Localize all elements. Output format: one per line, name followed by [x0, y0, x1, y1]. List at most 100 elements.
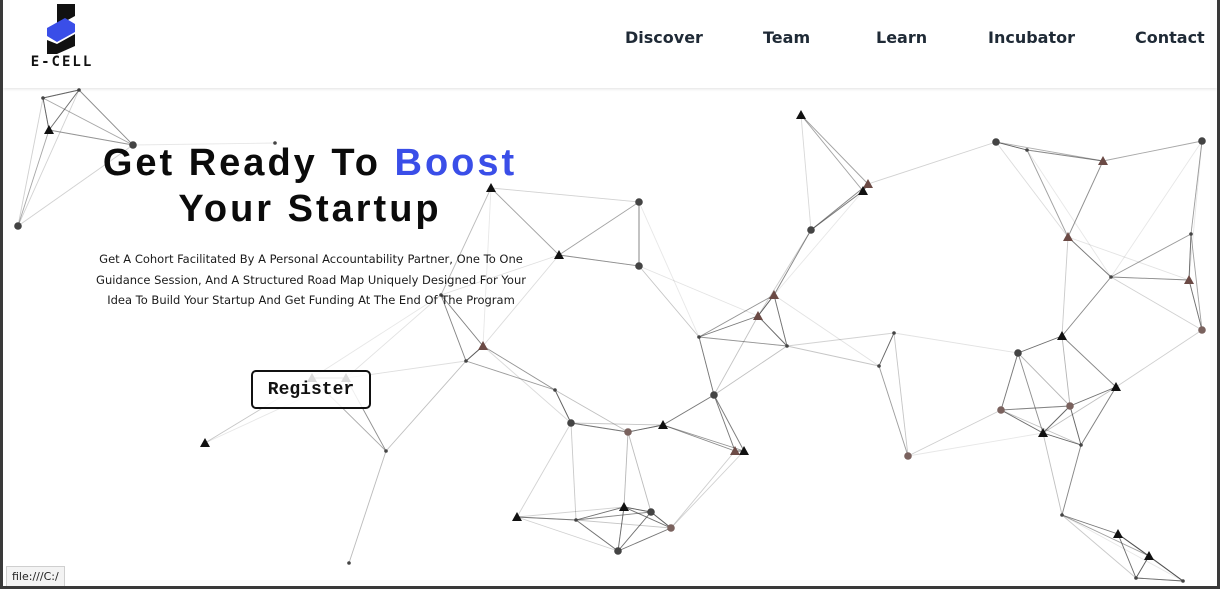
- network-link: [1069, 405, 1082, 446]
- hero-title-accent: Boost: [394, 142, 518, 184]
- network-link: [1061, 335, 1071, 407]
- network-link: [627, 424, 664, 433]
- nav-discover[interactable]: Discover: [625, 28, 703, 50]
- network-link: [1042, 386, 1117, 434]
- network-link: [465, 360, 556, 391]
- nav-learn[interactable]: Learn: [876, 28, 927, 50]
- network-node: [1113, 529, 1123, 538]
- network-link: [878, 332, 895, 367]
- network-node: [44, 125, 54, 134]
- network-link: [878, 365, 909, 457]
- network-link: [42, 97, 134, 146]
- network-node: [992, 138, 1000, 146]
- network-link: [893, 332, 1019, 354]
- network-link: [1188, 279, 1203, 331]
- network-node: [1014, 349, 1022, 357]
- network-link: [670, 450, 736, 529]
- network-link: [558, 254, 640, 267]
- network-node: [1063, 232, 1073, 241]
- network-node: [710, 391, 718, 399]
- network-node: [1079, 443, 1083, 447]
- hero-title: Get Ready To Boost Your Startup: [63, 140, 557, 232]
- network-link: [893, 332, 909, 457]
- network-link: [554, 389, 629, 433]
- network-link: [1188, 140, 1203, 281]
- network-link: [662, 424, 736, 452]
- network-link: [1067, 236, 1112, 278]
- network-node: [624, 428, 632, 436]
- register-button[interactable]: Register: [251, 370, 371, 409]
- hero-title-part1: Get Ready To: [102, 142, 395, 184]
- network-node: [739, 446, 749, 455]
- network-link: [1061, 276, 1112, 337]
- network-link: [617, 527, 672, 552]
- network-node: [877, 364, 881, 368]
- network-node: [796, 110, 806, 119]
- network-node: [200, 438, 210, 447]
- network-link: [698, 315, 759, 338]
- network-link: [1061, 335, 1117, 388]
- network-link: [1110, 276, 1203, 331]
- network-node: [635, 198, 643, 206]
- network-link: [1135, 577, 1184, 582]
- network-node: [77, 88, 81, 92]
- nav-contact[interactable]: Contact: [1135, 28, 1205, 50]
- network-link: [662, 394, 715, 426]
- site-header: E-CELL Discover Team Learn Incubator Con…: [3, 0, 1217, 88]
- network-link: [1026, 149, 1069, 238]
- network-link: [558, 201, 640, 256]
- network-node: [1198, 137, 1206, 145]
- network-link: [570, 422, 577, 521]
- network-node: [1109, 275, 1113, 279]
- network-link: [1017, 352, 1071, 407]
- nav-team[interactable]: Team: [763, 28, 810, 50]
- network-link: [1110, 140, 1203, 278]
- network-link: [1017, 335, 1063, 354]
- network-link: [773, 294, 880, 367]
- network-link: [800, 114, 812, 231]
- network-node: [1198, 326, 1206, 334]
- network-link: [385, 360, 467, 452]
- network-node: [384, 449, 388, 453]
- network-link: [800, 114, 864, 192]
- network-node: [807, 226, 815, 234]
- status-bar-url: file:///C:/: [6, 566, 65, 586]
- network-link: [516, 506, 625, 518]
- network-link: [810, 183, 869, 231]
- network-node: [464, 359, 468, 363]
- network-link: [1061, 514, 1184, 582]
- network-link: [713, 345, 788, 396]
- network-node: [1144, 551, 1154, 560]
- network-node: [347, 561, 351, 565]
- network-node: [1025, 148, 1029, 152]
- network-link: [1102, 140, 1203, 162]
- network-link: [757, 315, 788, 347]
- network-link: [698, 294, 775, 338]
- network-link: [1069, 386, 1117, 407]
- network-node: [667, 524, 675, 532]
- logo-text: E-CELL: [30, 54, 94, 70]
- network-link: [995, 141, 1069, 238]
- network-link: [575, 519, 619, 552]
- network-link: [1115, 329, 1203, 388]
- network-link: [1110, 276, 1190, 281]
- network-link: [638, 265, 700, 338]
- network-link: [482, 345, 556, 391]
- network-node: [614, 547, 622, 555]
- network-node: [567, 419, 575, 427]
- network-link: [638, 265, 759, 317]
- network-link: [1067, 236, 1190, 281]
- network-link: [42, 97, 50, 131]
- network-node: [647, 508, 655, 516]
- network-link: [907, 409, 1002, 457]
- network-link: [995, 141, 1104, 162]
- network-link: [757, 229, 812, 317]
- network-node: [1066, 402, 1074, 410]
- network-link: [1067, 160, 1104, 238]
- network-link: [1061, 514, 1137, 579]
- network-node: [1181, 579, 1185, 583]
- network-node: [785, 344, 789, 348]
- network-link: [1026, 149, 1112, 278]
- ecell-logo[interactable]: E-CELL: [29, 2, 95, 72]
- nav-incubator[interactable]: Incubator: [988, 28, 1075, 50]
